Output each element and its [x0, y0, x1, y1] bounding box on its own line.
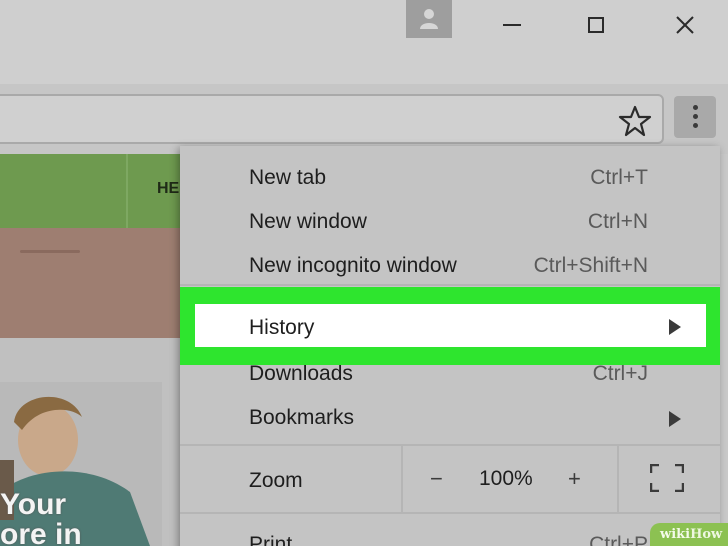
menu-item-label: Print... — [249, 533, 310, 546]
menu-item-label: Bookmarks — [249, 406, 355, 429]
profile-button[interactable] — [406, 0, 452, 38]
close-icon[interactable] — [670, 10, 700, 40]
menu-item-label: History — [249, 316, 315, 339]
site-nav-bar: HE — [0, 154, 180, 228]
maximize-icon[interactable] — [581, 10, 611, 40]
menu-item-history[interactable]: History — [180, 287, 720, 365]
menu-item-shortcut: Ctrl+P — [589, 533, 648, 546]
zoom-label: Zoom — [249, 469, 303, 492]
menu-item-shortcut: Ctrl+J — [592, 362, 648, 385]
menu-item-bookmarks[interactable]: Bookmarks — [180, 392, 720, 436]
menu-item-shortcut: Ctrl+T — [590, 166, 648, 189]
submenu-arrow-icon — [669, 319, 681, 335]
article-card-title[interactable]: Your ore in — [0, 490, 82, 546]
menu-item-print[interactable]: Print... Ctrl+P — [180, 519, 720, 546]
more-vert-icon[interactable] — [674, 96, 716, 138]
star-icon[interactable] — [618, 104, 652, 138]
menu-item-label: New incognito window — [249, 254, 457, 277]
menu-item-label: New window — [249, 210, 367, 233]
menu-item-label: Downloads — [249, 362, 353, 385]
zoom-level: 100% — [479, 467, 533, 490]
fullscreen-icon[interactable] — [650, 464, 684, 492]
menu-item-shortcut: Ctrl+N — [587, 210, 648, 233]
person-icon — [420, 9, 438, 29]
title-bar — [0, 0, 728, 84]
submenu-arrow-icon — [669, 411, 681, 427]
menu-separator — [180, 512, 720, 514]
nav-item[interactable]: HE — [157, 180, 179, 198]
minimize-icon[interactable] — [497, 10, 527, 40]
toolbar — [0, 84, 728, 154]
address-bar[interactable] — [0, 94, 664, 144]
wikihow-watermark: wikiHow — [650, 523, 728, 546]
zoom-out-button[interactable]: − — [430, 466, 443, 492]
menu-zoom-row: Zoom − 100% + — [180, 446, 720, 512]
menu-item-new-tab[interactable]: New tab Ctrl+T — [180, 152, 720, 196]
menu-item-new-window[interactable]: New window Ctrl+N — [180, 196, 720, 240]
hero-image — [0, 228, 180, 338]
menu-item-shortcut: Ctrl+Shift+N — [533, 254, 648, 277]
menu-separator — [180, 284, 720, 286]
menu-item-label: New tab — [249, 166, 327, 189]
zoom-in-button[interactable]: + — [568, 466, 581, 492]
menu-item-new-incognito-window[interactable]: New incognito window Ctrl+Shift+N — [180, 240, 720, 284]
